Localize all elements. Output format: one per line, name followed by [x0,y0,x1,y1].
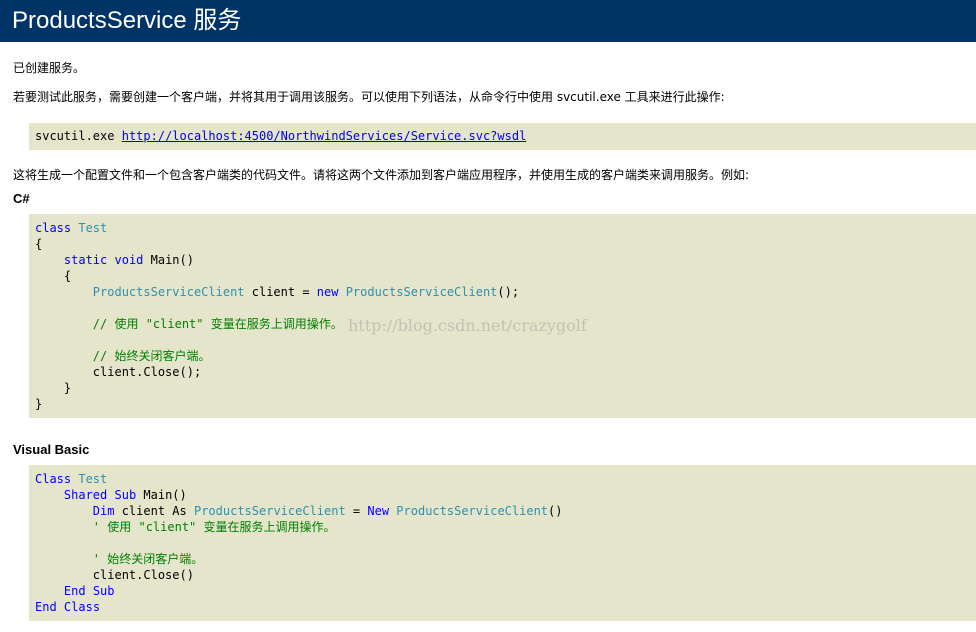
page-header: ProductsService 服务 [0,0,976,42]
code-token: { [35,237,43,251]
page-title: ProductsService 服务 [12,7,242,34]
code-token: ' 使用 "client" 变量在服务上调用操作。 [92,520,336,534]
code-token: Main() [143,253,194,267]
code-token: static [63,253,108,267]
code-line: client.Close() [35,567,976,583]
wsdl-link[interactable]: http://localhost:4500/NorthwindServices/… [122,129,527,143]
code-token: client As [114,504,194,518]
code-line: ' 始终关闭客户端。 [35,551,976,567]
code-line: } [35,380,976,396]
code-token: Test [78,221,108,235]
code-token: ProductsServiceClient [345,285,498,299]
code-line: { [35,236,976,252]
code-line: End Sub [35,583,976,599]
code-token: Test [78,472,108,486]
code-line: Shared Sub Main() [35,487,976,503]
code-line: ProductsServiceClient client = new Produ… [35,284,976,300]
code-line: static void Main() [35,252,976,268]
main-content: 已创建服务。 若要测试此服务，需要创建一个客户端，并将其用于调用该服务。可以使用… [0,42,976,621]
code-token: New [367,504,390,518]
code-token: { [35,269,72,283]
code-line: { [35,268,976,284]
code-line: End Class [35,599,976,615]
code-line: Dim client As ProductsServiceClient = Ne… [35,503,976,519]
svcutil-command: svcutil.exe [35,129,115,143]
generate-note: 这将生成一个配置文件和一个包含客户端类的代码文件。请将这两个文件添加到客户端应用… [13,168,750,182]
code-token: Class [63,600,101,614]
code-line: // 始终关闭客户端。 [35,348,976,364]
code-token: ProductsServiceClient [396,504,549,518]
code-token: (); [497,285,520,299]
vb-code-block: Class Test Shared Sub Main() Dim client … [29,465,976,621]
csharp-label: C# [13,191,30,206]
code-line: } [35,396,976,412]
code-token: new [316,285,339,299]
code-token: = [345,504,368,518]
code-token: } [35,397,43,411]
code-token: client = [244,285,317,299]
code-token: Main() [136,488,187,502]
svcutil-command-box: svcutil.exe http://localhost:4500/Northw… [29,123,976,150]
code-line: Class Test [35,471,976,487]
code-token: End [35,600,57,614]
code-line: ' 使用 "client" 变量在服务上调用操作。 [35,519,976,535]
instructions-text: 若要测试此服务，需要创建一个客户端，并将其用于调用该服务。可以使用下列语法，从命… [13,90,725,104]
code-token: Sub [92,584,115,598]
code-token: } [35,381,72,395]
code-token: End [63,584,86,598]
code-token: void [114,253,144,267]
code-line: // 使用 "client" 变量在服务上调用操作。 [35,316,976,332]
code-token: class [35,221,72,235]
code-token: () [548,504,563,518]
code-token: client.Close(); [35,365,202,379]
code-token: Class [35,472,72,486]
code-token: Shared [63,488,108,502]
code-token: ' 始终关闭客户端。 [92,552,204,566]
csharp-code-block: class Test{ static void Main() { Product… [29,214,976,418]
code-token: Dim [92,504,115,518]
created-message: 已创建服务。 [13,61,86,75]
code-token: client.Close() [35,568,194,582]
code-token: ProductsServiceClient [92,285,245,299]
vb-label: Visual Basic [13,442,90,457]
code-token: // 始终关闭客户端。 [92,349,211,363]
code-token: ProductsServiceClient [193,504,346,518]
code-line: class Test [35,220,976,236]
code-line: client.Close(); [35,364,976,380]
code-token: // 使用 "client" 变量在服务上调用操作。 [92,317,343,331]
code-token: Sub [114,488,137,502]
